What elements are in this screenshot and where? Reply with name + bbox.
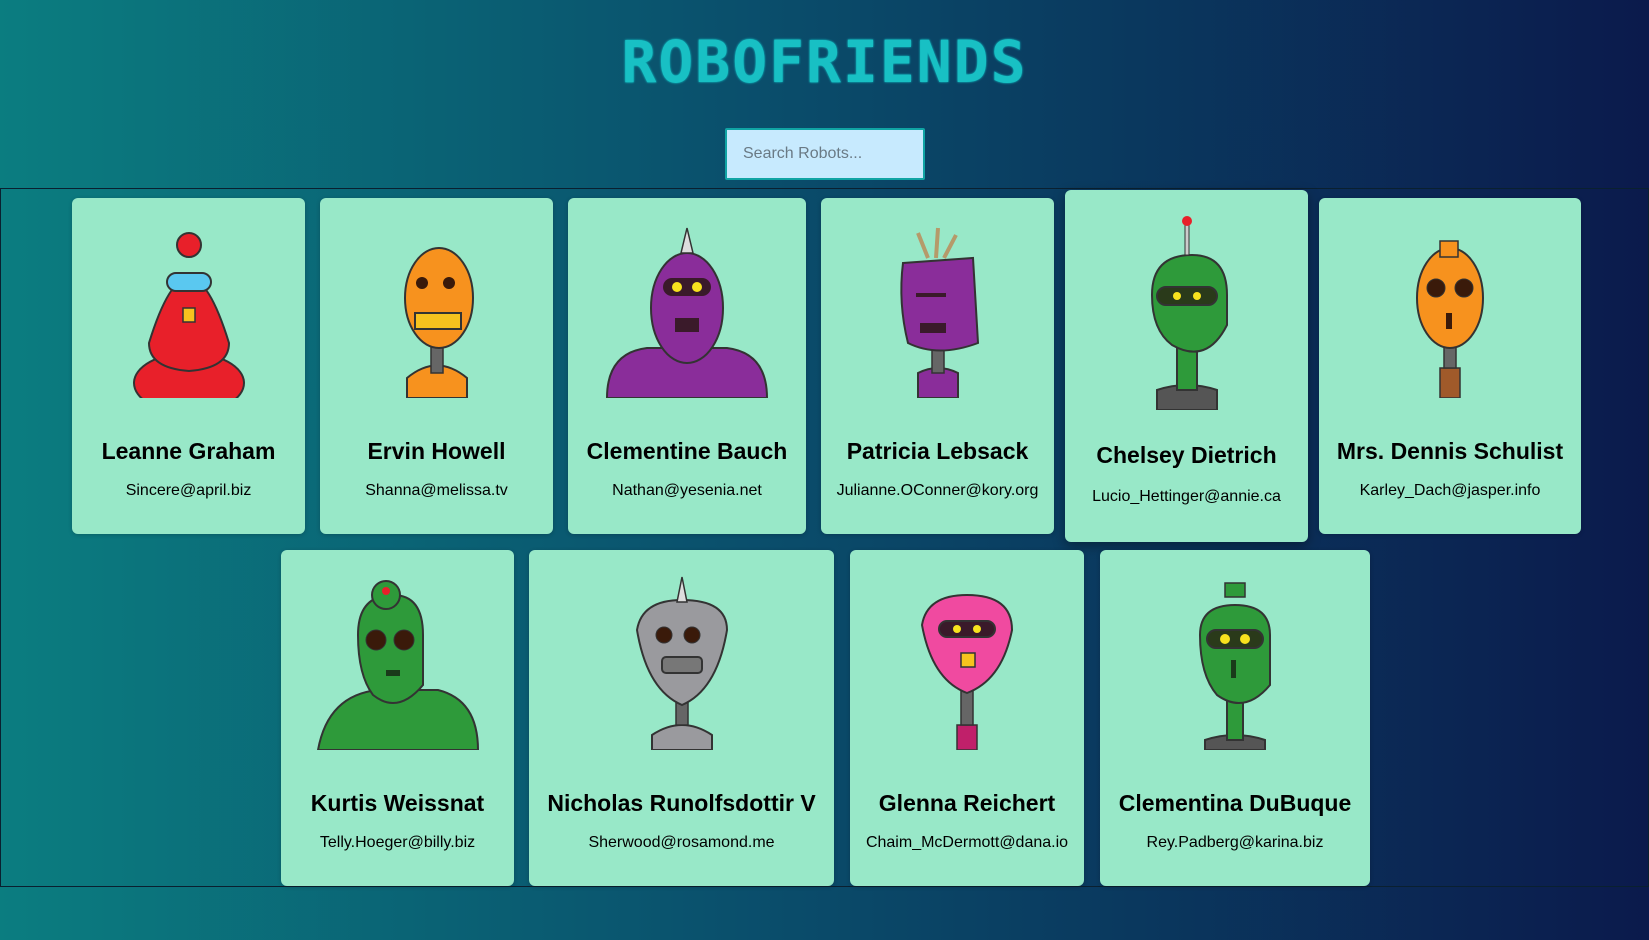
robot-email: Rey.Padberg@karina.biz [1146, 834, 1324, 851]
robot-card[interactable]: Clementina DuBuque Rey.Padberg@karina.bi… [1100, 550, 1370, 886]
robot-card[interactable]: Glenna Reichert Chaim_McDermott@dana.io [850, 550, 1084, 886]
robot-email: Sherwood@rosamond.me [588, 834, 775, 851]
robot-email: Karley_Dach@jasper.info [1359, 482, 1541, 499]
robot-card-list[interactable]: Leanne Graham Sincere@april.biz Ervin Ho… [0, 188, 1649, 887]
robot-avatar-icon [920, 593, 1014, 750]
robot-email: Nathan@yesenia.net [612, 482, 762, 499]
robot-avatar-icon [635, 576, 728, 750]
robot-card[interactable]: Nicholas Runolfsdottir V Sherwood@rosamo… [529, 550, 834, 886]
robot-name: Ervin Howell [367, 438, 506, 464]
robot-avatar-icon [605, 227, 769, 398]
robot-name: Mrs. Dennis Schulist [1336, 438, 1564, 464]
robot-card[interactable]: Kurtis Weissnat Telly.Hoeger@billy.biz [281, 550, 514, 886]
robot-email: Telly.Hoeger@billy.biz [319, 834, 476, 851]
robot-email: Julianne.OConner@kory.org [836, 482, 1039, 499]
robot-email: Sincere@april.biz [125, 482, 252, 499]
robot-name: Kurtis Weissnat [310, 790, 485, 816]
robot-name: Patricia Lebsack [846, 438, 1029, 464]
robot-name: Clementina DuBuque [1118, 790, 1352, 816]
robot-avatar-icon [1416, 240, 1484, 398]
robot-avatar-icon [132, 232, 245, 398]
robot-card[interactable]: Clementine Bauch Nathan@yesenia.net [568, 198, 806, 534]
robot-email: Lucio_Hettinger@annie.ca [1092, 488, 1281, 505]
robot-avatar-icon [316, 580, 479, 750]
robot-avatar-icon [899, 227, 979, 398]
robot-email: Chaim_McDermott@dana.io [865, 834, 1069, 851]
robot-name: Glenna Reichert [878, 790, 1056, 816]
app-title: ROBOFRIENDS [621, 28, 1028, 96]
robot-card[interactable]: Ervin Howell Shanna@melissa.tv [320, 198, 553, 534]
robot-card[interactable]: Chelsey Dietrich Lucio_Hettinger@annie.c… [1065, 190, 1308, 542]
robot-name: Nicholas Runolfsdottir V [547, 790, 816, 816]
robot-name: Chelsey Dietrich [1096, 442, 1277, 468]
robot-avatar-icon [1198, 582, 1271, 750]
robot-name: Clementine Bauch [586, 438, 788, 464]
robot-email: Shanna@melissa.tv [365, 482, 508, 499]
robot-card[interactable]: Patricia Lebsack Julianne.OConner@kory.o… [821, 198, 1054, 534]
search-input[interactable] [725, 128, 925, 180]
robot-avatar-icon [403, 247, 474, 398]
robot-avatar-icon [1150, 216, 1228, 410]
robot-card[interactable]: Mrs. Dennis Schulist Karley_Dach@jasper.… [1319, 198, 1581, 534]
robot-name: Leanne Graham [101, 438, 276, 464]
robot-card[interactable]: Leanne Graham Sincere@april.biz [72, 198, 305, 534]
